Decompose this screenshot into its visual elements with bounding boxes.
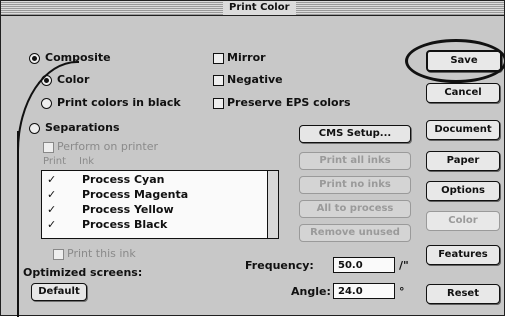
ink-name: Process Yellow: [82, 203, 174, 216]
preserve-eps-colors-checkbox[interactable]: [213, 98, 224, 109]
frequency-label: Frequency:: [245, 259, 314, 272]
print-this-ink-label: Print this ink: [67, 247, 136, 260]
cms-setup-button[interactable]: CMS Setup...: [299, 125, 411, 143]
reset-button[interactable]: Reset: [426, 284, 500, 304]
check-mark-icon: ✓: [47, 188, 57, 201]
paper-button[interactable]: Paper: [426, 151, 500, 171]
all-to-process-button[interactable]: All to process: [299, 200, 411, 218]
document-button[interactable]: Document: [426, 120, 500, 140]
save-button[interactable]: Save: [426, 50, 502, 72]
frequency-unit: /": [399, 259, 409, 272]
composite-radio[interactable]: [29, 53, 40, 64]
preserve-eps-colors-label: Preserve EPS colors: [227, 96, 351, 109]
ink-name: Process Magenta: [82, 188, 189, 201]
mirror-label: Mirror: [227, 51, 266, 64]
composite-label: Composite: [45, 51, 111, 64]
print-colors-in-black-label: Print colors in black: [57, 96, 181, 109]
ink-row-yellow[interactable]: ✓ Process Yellow: [42, 203, 266, 217]
ink-row-black[interactable]: ✓ Process Black: [42, 218, 266, 232]
angle-label: Angle:: [291, 285, 331, 298]
negative-label: Negative: [227, 73, 283, 86]
ink-row-magenta[interactable]: ✓ Process Magenta: [42, 188, 266, 202]
print-this-ink-checkbox[interactable]: [53, 249, 64, 260]
ink-name: Process Cyan: [82, 173, 165, 186]
features-button[interactable]: Features: [426, 245, 500, 265]
color-button[interactable]: Color: [426, 211, 500, 231]
options-button[interactable]: Options: [426, 181, 500, 201]
title-bar[interactable]: Print Color: [1, 1, 504, 16]
default-screen-button[interactable]: Default: [31, 283, 87, 301]
check-mark-icon: ✓: [47, 203, 57, 216]
angle-unit: °: [399, 285, 405, 298]
print-colors-in-black-radio[interactable]: [41, 98, 52, 109]
ink-name: Process Black: [82, 218, 168, 231]
check-mark-icon: ✓: [47, 218, 57, 231]
list-header-ink: Ink: [79, 156, 95, 167]
color-radio[interactable]: [41, 75, 52, 86]
ink-list[interactable]: ✓ Process Cyan ✓ Process Magenta ✓ Proce…: [41, 170, 279, 239]
dialog-title: Print Color: [223, 1, 296, 15]
print-no-inks-button[interactable]: Print no inks: [299, 176, 411, 194]
ink-row-cyan[interactable]: ✓ Process Cyan: [42, 173, 266, 187]
perform-on-printer-checkbox[interactable]: [43, 142, 54, 153]
optimized-screens-label: Optimized screens:: [23, 266, 143, 279]
ink-list-scrollbar[interactable]: [267, 171, 278, 238]
remove-unused-button[interactable]: Remove unused: [299, 224, 411, 242]
print-color-dialog: Print Color Composite Color Print colors…: [0, 0, 505, 317]
separations-label: Separations: [45, 121, 120, 134]
print-all-inks-button[interactable]: Print all inks: [299, 152, 411, 170]
list-header-print: Print: [43, 156, 67, 167]
callout-line: [17, 131, 19, 317]
angle-field[interactable]: 24.0: [333, 283, 395, 299]
color-label: Color: [57, 73, 90, 86]
cancel-button[interactable]: Cancel: [426, 83, 500, 103]
check-mark-icon: ✓: [47, 173, 57, 186]
negative-checkbox[interactable]: [213, 75, 224, 86]
mirror-checkbox[interactable]: [213, 53, 224, 64]
frequency-field[interactable]: 50.0: [333, 257, 395, 273]
separations-radio[interactable]: [29, 123, 40, 134]
perform-on-printer-label: Perform on printer: [57, 140, 159, 153]
